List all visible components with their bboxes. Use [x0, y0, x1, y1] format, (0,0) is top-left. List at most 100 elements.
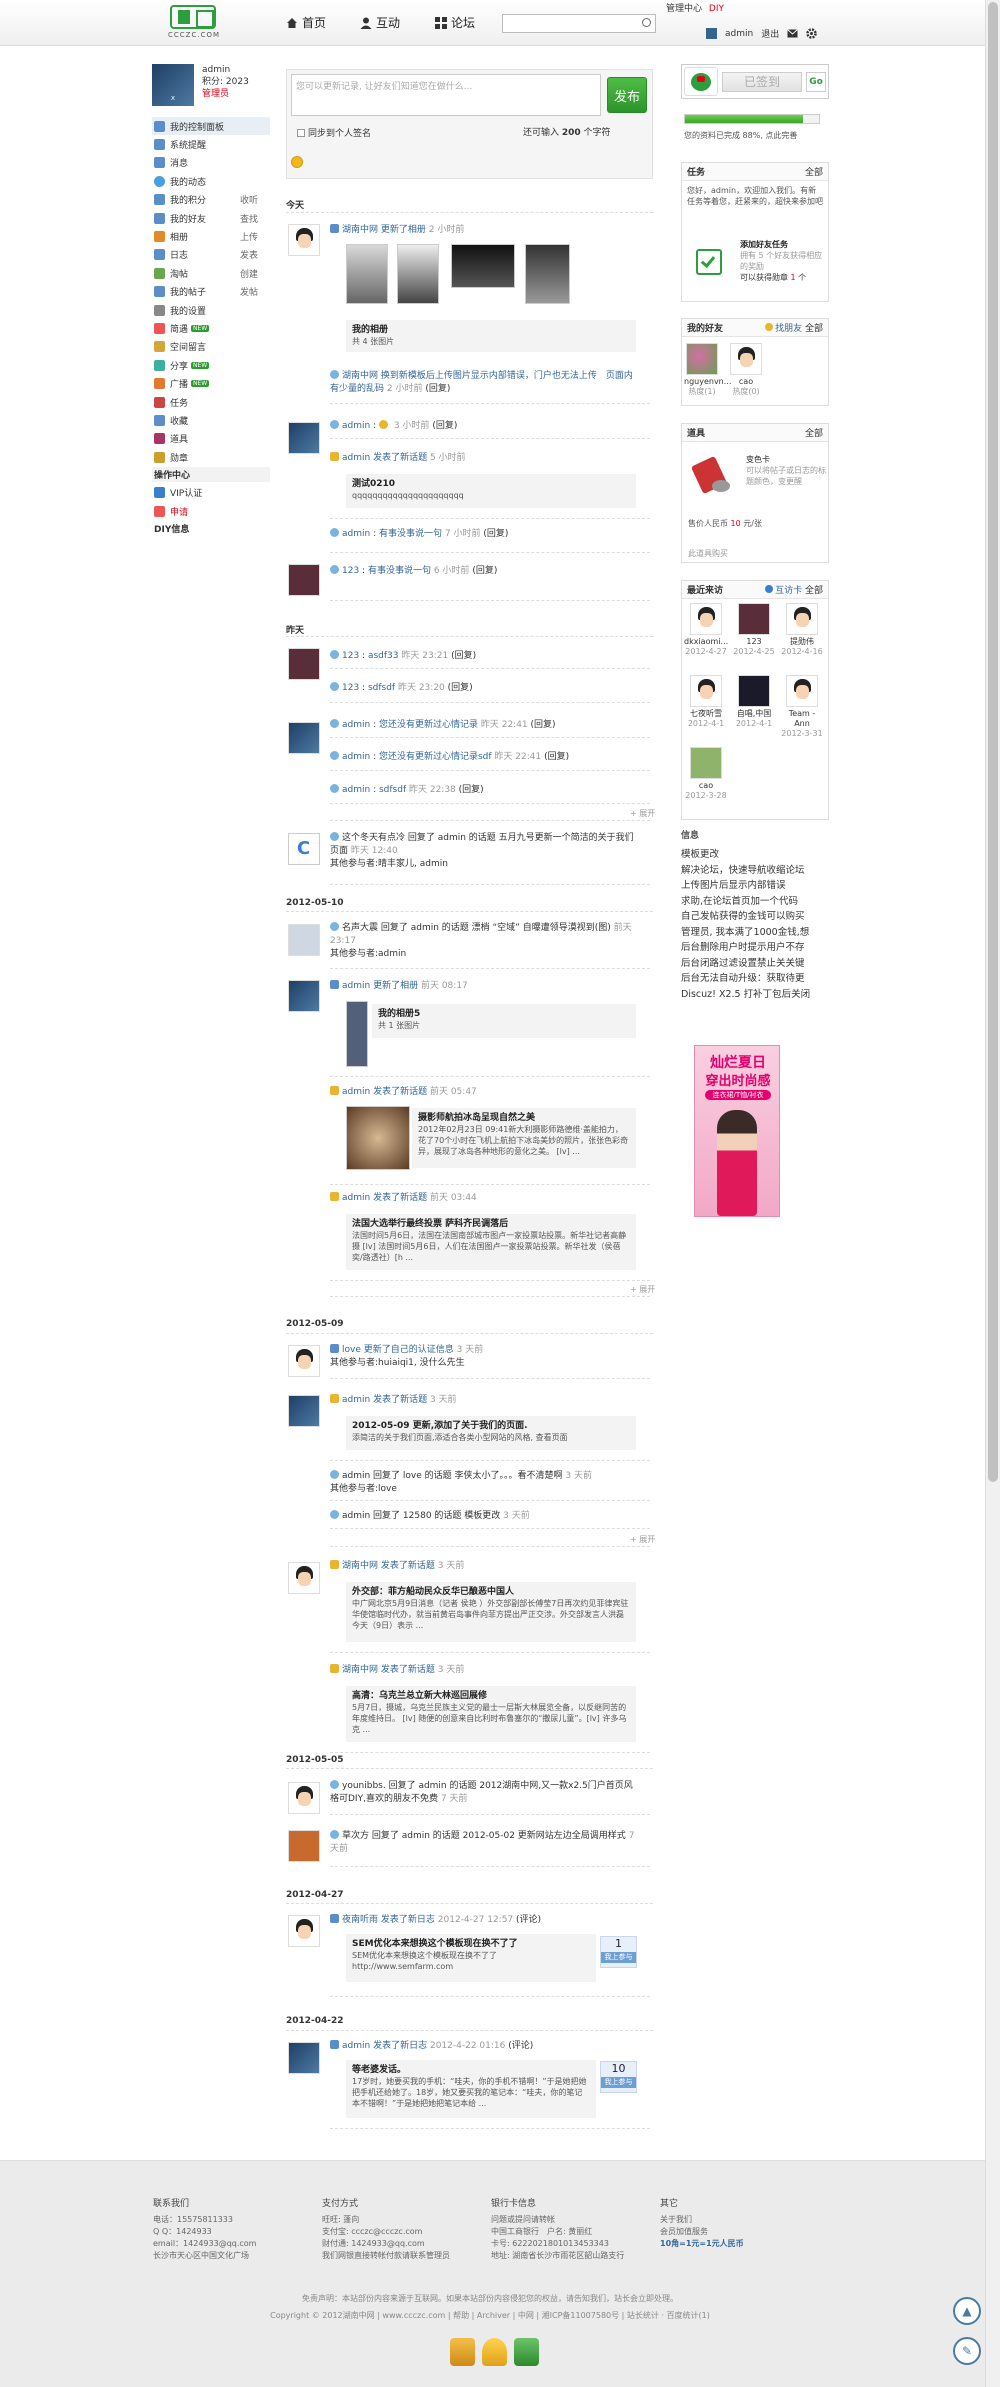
friend-item[interactable]: cao 热度(0)	[728, 343, 764, 397]
menu-props[interactable]: 道具	[152, 430, 270, 448]
menu-system-notice[interactable]: 系统提醒	[152, 135, 270, 153]
info-item[interactable]: 解决论坛，快速导航收缩论坛	[681, 863, 829, 879]
photo-thumb[interactable]	[451, 244, 515, 288]
menu-control-panel[interactable]: 我的控制面板	[152, 117, 270, 136]
nav-interact[interactable]: 互动	[360, 14, 400, 31]
info-item[interactable]: 上传图片后显示内部错误	[681, 878, 829, 894]
visitor-item[interactable]: cao 2012-3-28	[684, 747, 728, 801]
scrollbar[interactable]	[985, 0, 1000, 2387]
avatar[interactable]	[288, 648, 320, 680]
friends-all-link[interactable]: 全部	[805, 324, 823, 334]
tasks-all-link[interactable]: 全部	[805, 165, 823, 178]
user-link[interactable]: 湖南中网	[342, 1561, 378, 1571]
avatar[interactable]	[288, 564, 320, 596]
menu-upload-link[interactable]: 上传	[240, 230, 258, 243]
progress-text[interactable]: 您的资料已完成 88%, 点此完善	[684, 130, 797, 141]
action-link[interactable]: 发表了新话题	[373, 1193, 427, 1203]
user-link[interactable]: 湖南中网	[342, 1665, 378, 1675]
police-badge-icon[interactable]	[514, 2338, 539, 2366]
topic-card[interactable]: 摄影师航拍冰岛呈现自然之美 2012年02月23日 09:41新大利摄影师路德维·…	[412, 1108, 636, 1168]
photo-thumb[interactable]	[346, 1001, 368, 1067]
user-link[interactable]: 123	[342, 651, 359, 661]
menu-blog[interactable]: 日志 发表	[152, 246, 270, 264]
photo-thumb[interactable]	[397, 244, 439, 304]
sync-checkbox[interactable]	[297, 128, 305, 137]
visitor-item[interactable]: 七夜听雪 2012-4-1	[684, 675, 728, 729]
sign-go-button[interactable]: Go	[806, 72, 826, 92]
visitor-item[interactable]: 自唱,中国 2012-4-1	[732, 675, 776, 729]
visitors-all-link[interactable]: 全部	[805, 586, 823, 596]
site-logo[interactable]: CCCZC.COM	[168, 3, 220, 41]
photo-thumb[interactable]	[346, 1106, 410, 1170]
menu-collection[interactable]: 淘帖 创建	[152, 264, 270, 282]
menu-messages[interactable]: 消息	[152, 154, 270, 172]
user-link[interactable]: admin	[342, 2041, 370, 2051]
menu-album[interactable]: 相册 上传	[152, 227, 270, 245]
action-link[interactable]: 发表了新话题	[381, 1561, 435, 1571]
nav-home[interactable]: 首页	[286, 14, 326, 31]
visitor-item[interactable]: 提勋伟 2012-4-16	[780, 603, 824, 657]
username-link[interactable]: admin	[725, 29, 753, 39]
album-card[interactable]: 我的相册5 共 1 张图片	[372, 1004, 636, 1038]
visitor-item[interactable]: 123 2012-4-25	[732, 603, 776, 657]
info-item[interactable]: 管理员, 我本满了1000金钱,想	[681, 925, 829, 941]
friend-item[interactable]: nguyenvn... 热度(1)	[684, 343, 731, 397]
menu-vip[interactable]: VIP认证	[152, 483, 270, 501]
search-box[interactable]	[502, 14, 656, 33]
topic-link[interactable]: 有事没事说一句	[368, 566, 431, 576]
user-avatar-icon[interactable]	[706, 28, 717, 39]
search-input[interactable]	[503, 15, 633, 32]
topic-link[interactable]: asdf33	[368, 651, 399, 661]
avatar[interactable]	[288, 833, 320, 865]
user-link[interactable]: admin	[342, 981, 370, 991]
album-card[interactable]: 我的相册共 4 张图片	[346, 320, 636, 352]
user-link[interactable]: 湖南中网	[342, 371, 378, 381]
topic-card[interactable]: 测试0210 qqqqqqqqqqqqqqqqqqqqqq	[346, 474, 636, 508]
menu-post-blog-link[interactable]: 发表	[240, 248, 258, 261]
menu-credits[interactable]: 我的积分 收听	[152, 191, 270, 209]
menu-follow-link[interactable]: 收听	[240, 193, 258, 206]
avatar[interactable]	[288, 1562, 320, 1594]
avatar[interactable]	[288, 980, 320, 1012]
info-item[interactable]: 后台删除用户时提示用户不存	[681, 940, 829, 956]
info-item[interactable]: Discuz! X2.5 打补丁包后关闭	[681, 987, 829, 1003]
menu-my-posts[interactable]: 我的帖子 发帖	[152, 283, 270, 301]
user-link[interactable]: 夜南听雨	[342, 1915, 378, 1925]
mail-icon[interactable]	[787, 29, 799, 38]
smiley-icon[interactable]	[291, 156, 303, 168]
info-item[interactable]: 后台无法自动升级：获取待更	[681, 971, 829, 987]
scrollbar-thumb[interactable]	[988, 2, 998, 1482]
logout-link[interactable]: 退出	[761, 27, 779, 40]
security-badge-icon[interactable]	[450, 2338, 475, 2366]
topic-card[interactable]: 法国大选举行最终投票 萨科齐民调落后 法国时间5月6日，法国在法国南部城市图卢一家…	[346, 1214, 636, 1270]
info-item[interactable]: 求助,在论坛首页加一个代码	[681, 894, 829, 910]
vote-box[interactable]: 1 我上参与	[600, 1936, 637, 1968]
action-link[interactable]: 发表了新话题	[373, 1087, 427, 1097]
sync-signature[interactable]: 同步到个人签名	[297, 126, 371, 139]
menu-tasks[interactable]: 任务	[152, 393, 270, 411]
blog-card[interactable]: 等老婆发话。 17岁时，她要买我的手机：“哇夫，你的手机不错啊！”于是她把她把手机…	[346, 2060, 596, 2118]
photo-thumb[interactable]	[525, 244, 570, 304]
action-link[interactable]: 发表了新日志	[373, 2041, 427, 2051]
menu-guestbook[interactable]: 空间留言	[152, 338, 270, 356]
action-link[interactable]: 发表了新话题	[373, 1395, 427, 1405]
visitor-item[interactable]: dkxiaomi... 2012-4-27	[684, 603, 728, 657]
avatar[interactable]	[288, 1830, 320, 1862]
topic-card[interactable]: 高清：乌克兰总立新大林巡回展修 5月7日，摄城，乌克兰民族主义党的最士一层斯大林展…	[346, 1686, 636, 1742]
action-link[interactable]: 发表了新日志	[381, 1915, 435, 1925]
topic-link[interactable]: sdfsdf	[368, 683, 395, 693]
publish-button[interactable]: 发布	[607, 77, 647, 113]
feedback-button[interactable]: ✎	[953, 2337, 981, 2365]
nav-forum[interactable]: 论坛	[435, 14, 475, 31]
action-link[interactable]: 发表了新话题	[373, 453, 427, 463]
profile-avatar[interactable]: x	[152, 64, 194, 106]
profile-progress[interactable]: 您的资料已完成 88%, 点此完善	[681, 108, 829, 148]
topic-link[interactable]: sdfsdf	[379, 785, 406, 795]
user-link[interactable]: admin	[342, 1087, 370, 1097]
user-link[interactable]: admin	[342, 421, 370, 431]
user-link[interactable]: admin	[342, 529, 370, 539]
topic-card[interactable]: 2012-05-09 更新,添加了关于我们的页面. 添简洁的关于我们页面,添适合各…	[346, 1416, 636, 1450]
user-link[interactable]: admin	[342, 752, 370, 762]
user-link[interactable]: admin	[342, 720, 370, 730]
back-to-top-button[interactable]: ▲	[953, 2297, 981, 2325]
